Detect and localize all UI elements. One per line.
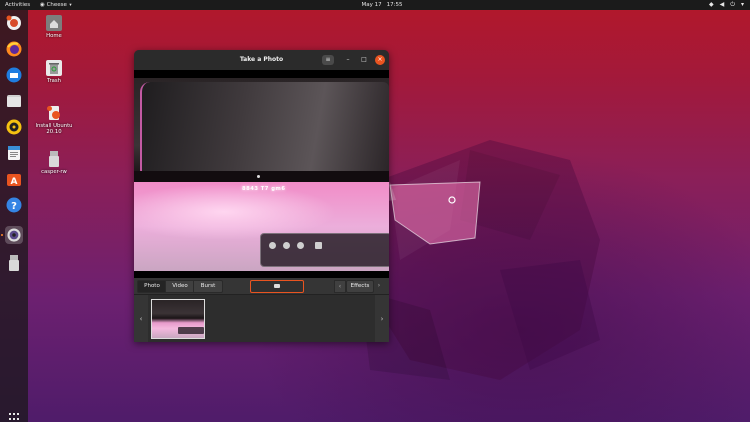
running-indicator: [1, 234, 3, 236]
desktop-icon-home[interactable]: Home: [32, 15, 76, 39]
take-photo-button[interactable]: [250, 280, 304, 293]
tab-photo[interactable]: Photo: [137, 280, 167, 293]
desktop-icon-label: Install Ubuntu 20.10: [35, 123, 73, 136]
desktop-background: Activities ◉ Cheese ▾ May 17 17:55 ◆ ◀ ⏻ ▾: [0, 0, 750, 422]
power-icon: ⏻: [730, 1, 735, 8]
thumbnail-next-button[interactable]: ›: [375, 295, 389, 342]
installer-dock-icon[interactable]: [5, 14, 23, 32]
window-titlebar[interactable]: Take a Photo ≡ – □ ×: [134, 50, 389, 70]
clock[interactable]: May 17 17:55: [352, 0, 412, 10]
desktop-icon-label: Trash: [47, 78, 61, 84]
svg-text:?: ?: [11, 201, 17, 212]
show-applications-button[interactable]: [8, 412, 22, 422]
feed-reflected-toolbar: [260, 233, 389, 267]
usb-drive-icon[interactable]: [5, 254, 23, 272]
files-icon[interactable]: [5, 92, 23, 110]
thunderbird-icon[interactable]: [5, 66, 23, 84]
minimize-icon[interactable]: –: [343, 55, 353, 65]
help-icon[interactable]: ?: [5, 196, 23, 214]
desktop-icon-label: Home: [46, 33, 62, 39]
dock: A ?: [0, 10, 28, 422]
trash-icon: [46, 60, 62, 76]
hamburger-menu-icon[interactable]: ≡: [322, 55, 334, 65]
cheese-window: Take a Photo ≡ – □ × 8843 T7 gm6 Photo V…: [134, 50, 389, 342]
clock-date: May 17: [361, 2, 382, 8]
tab-burst[interactable]: Burst: [193, 280, 223, 293]
feed-caption-text: 8843 T7 gm6: [242, 186, 286, 192]
thumbnail-strip: ‹ ›: [134, 294, 389, 342]
feed-webcam-dot: [257, 175, 260, 178]
desktop-icon-label: casper-rw: [41, 169, 67, 175]
chevron-down-icon: ▾: [67, 3, 72, 8]
home-folder-icon: [46, 15, 62, 31]
cheese-icon[interactable]: [5, 226, 23, 244]
webcam-feed: 8843 T7 gm6: [134, 78, 389, 271]
rhythmbox-icon[interactable]: [5, 118, 23, 136]
maximize-icon[interactable]: □: [359, 55, 369, 65]
effects-next-button[interactable]: ›: [374, 280, 384, 291]
ubuntu-software-icon[interactable]: A: [5, 170, 23, 188]
camera-icon: [274, 284, 280, 288]
clock-time: 17:55: [386, 2, 403, 8]
firefox-icon[interactable]: [5, 40, 23, 58]
top-bar: Activities ◉ Cheese ▾ May 17 17:55 ◆ ◀ ⏻ ▾: [0, 0, 750, 10]
chevron-down-icon: ▾: [740, 1, 744, 8]
network-icon: ◆: [708, 1, 714, 8]
tab-video[interactable]: Video: [165, 280, 195, 293]
activities-button[interactable]: Activities: [5, 0, 30, 10]
effects-prev-button[interactable]: ‹: [334, 280, 346, 293]
usb-drive-icon: [46, 151, 62, 167]
photo-thumbnail[interactable]: [151, 299, 205, 339]
app-menu-button[interactable]: ◉ Cheese ▾: [40, 0, 72, 10]
feed-laptop-lid: [140, 82, 389, 172]
thumbnail-detail: [178, 327, 204, 334]
thumbnail-prev-button[interactable]: ‹: [134, 295, 148, 342]
libreoffice-writer-icon[interactable]: [5, 144, 23, 162]
close-icon[interactable]: ×: [375, 55, 385, 65]
svg-text:A: A: [11, 177, 18, 187]
installer-icon: [46, 105, 62, 121]
camera-preview: 8843 T7 gm6: [134, 70, 389, 278]
controls-bar: Photo Video Burst ‹ Effects ›: [134, 278, 389, 294]
system-status-area[interactable]: ◆ ◀ ⏻ ▾: [703, 0, 744, 10]
volume-icon: ◀: [719, 1, 725, 8]
effects-button[interactable]: Effects: [346, 280, 374, 293]
app-menu-label: Cheese: [46, 2, 67, 8]
desktop-icon-trash[interactable]: Trash: [32, 60, 76, 84]
desktop-icon-install-ubuntu[interactable]: Install Ubuntu 20.10: [32, 105, 76, 136]
desktop-icon-casper-rw[interactable]: casper-rw: [32, 151, 76, 175]
